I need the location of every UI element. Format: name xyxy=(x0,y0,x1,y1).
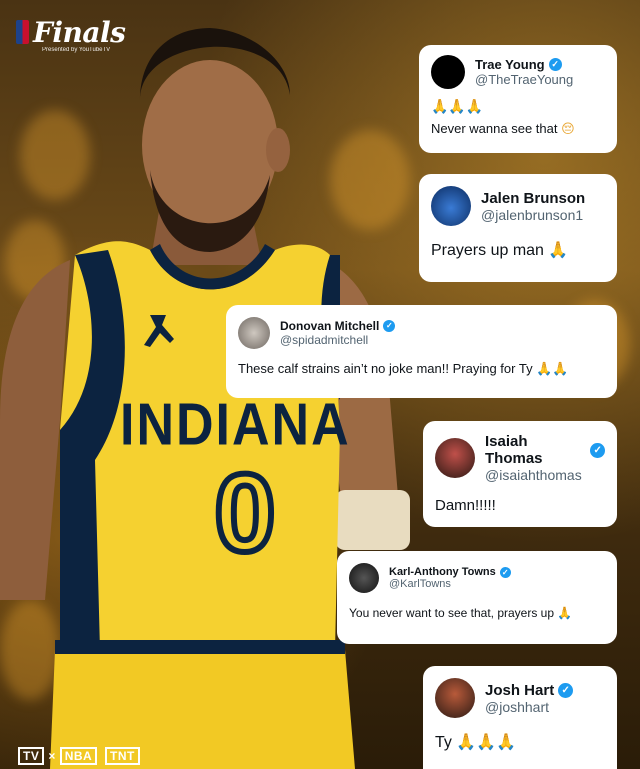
finals-wordmark: Finals xyxy=(33,16,126,49)
tweet-text: These calf strains ain’t no joke man!! P… xyxy=(238,361,533,376)
tweet-author[interactable]: Trae Young xyxy=(475,57,545,72)
pray-emoji-icon: 🙏🙏 xyxy=(536,362,569,377)
tweet-card[interactable]: Josh Hart ✓ @joshhart Ty 🙏🙏🙏 xyxy=(423,666,617,769)
avatar xyxy=(431,55,465,89)
avatar xyxy=(435,678,475,718)
network-logo: NBA xyxy=(59,747,98,765)
pray-emoji-icon: 🙏 xyxy=(557,606,573,620)
finals-logo: Finals Presented by YouTubeTV xyxy=(16,16,126,53)
tweet-card[interactable]: Donovan Mitchell ✓ @spidadmitchell These … xyxy=(226,305,617,398)
avatar xyxy=(238,317,270,349)
tweet-author[interactable]: Karl-Anthony Towns xyxy=(389,566,496,578)
nba-logo-icon xyxy=(16,20,29,44)
tweet-author[interactable]: Jalen Brunson xyxy=(481,190,585,207)
pray-emoji-icon: 🙏🙏🙏 xyxy=(431,99,484,115)
player-ear xyxy=(266,128,290,172)
network-logo: TNT xyxy=(105,747,140,765)
avatar xyxy=(349,563,379,593)
verified-icon: ✓ xyxy=(590,442,605,458)
tweet-handle[interactable]: @isaiahthomas xyxy=(485,467,605,483)
player-arm xyxy=(0,260,70,600)
tweet-text: You never want to see that, prayers up xyxy=(349,606,555,620)
tweet-handle[interactable]: @joshhart xyxy=(485,699,573,715)
tweet-author[interactable]: Donovan Mitchell xyxy=(280,319,379,333)
pensive-emoji-icon: 😔 xyxy=(561,122,575,137)
pray-emoji-icon: 🙏🙏🙏 xyxy=(456,732,517,751)
verified-icon: ✓ xyxy=(499,566,511,578)
pray-emoji-icon: 🙏 xyxy=(548,240,569,259)
tweet-card[interactable]: Trae Young ✓ @TheTraeYoung 🙏🙏🙏 Never wann… xyxy=(419,45,617,153)
tweet-handle[interactable]: @spidadmitchell xyxy=(280,333,395,347)
verified-icon: ✓ xyxy=(558,682,574,698)
verified-icon: ✓ xyxy=(548,58,562,71)
graphic-canvas: INDIANA 0 Finals Presented by YouTubeTV … xyxy=(0,0,640,769)
arm-sleeve xyxy=(335,490,410,550)
jersey-number: 0 xyxy=(211,449,278,578)
presented-by: Presented by YouTubeTV xyxy=(42,47,111,53)
tweet-card[interactable]: Karl-Anthony Towns ✓ @KarlTowns You never… xyxy=(337,551,617,644)
tweet-text: Prayers up man xyxy=(431,242,544,259)
tweet-handle[interactable]: @TheTraeYoung xyxy=(475,72,573,87)
tweet-text: Never wanna see that xyxy=(431,121,558,136)
tweet-handle[interactable]: @jalenbrunson1 xyxy=(481,207,585,223)
tweet-author[interactable]: Josh Hart xyxy=(485,682,554,699)
avatar xyxy=(431,186,471,226)
verified-icon: ✓ xyxy=(383,320,396,332)
tweet-card[interactable]: Jalen Brunson @jalenbrunson1 Prayers up … xyxy=(419,174,617,282)
network-logo: TV xyxy=(18,747,45,765)
avatar xyxy=(435,438,475,478)
tweet-handle[interactable]: @KarlTowns xyxy=(389,578,511,590)
tweet-card[interactable]: Isaiah Thomas ✓ @isaiahthomas Damn!!!!! xyxy=(423,421,617,527)
network-logos: TV × NBA TNT xyxy=(18,747,144,765)
tweet-author[interactable]: Isaiah Thomas xyxy=(485,433,586,467)
tweet-text: Damn!!!!! xyxy=(435,497,496,514)
tweet-text: Ty xyxy=(435,734,452,751)
